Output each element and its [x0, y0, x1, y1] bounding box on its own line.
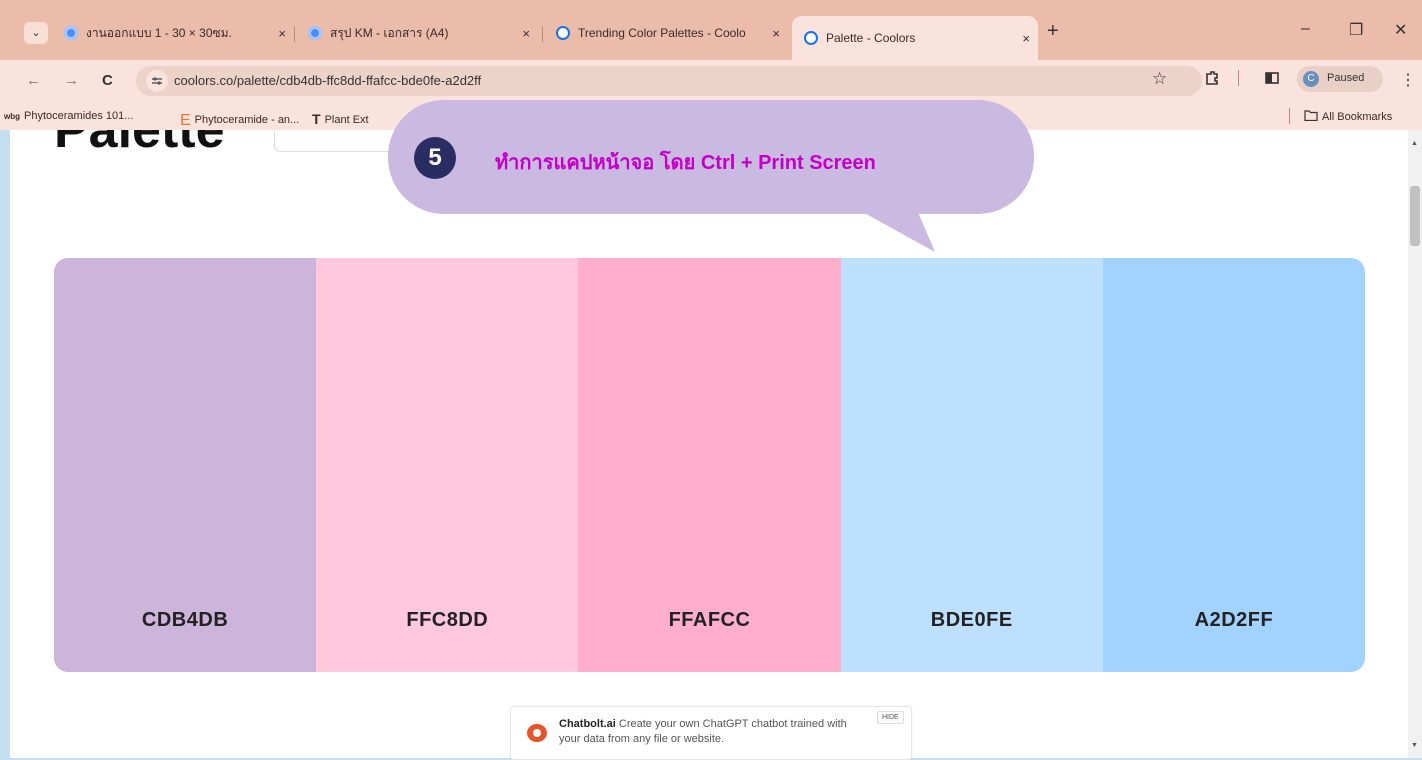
reload-button[interactable]: C — [102, 72, 113, 89]
bookmark-star-icon[interactable]: ☆ — [1152, 69, 1167, 89]
bookmark-item[interactable]: wbg Phytoceramides 101... — [4, 110, 133, 122]
scroll-up-arrow-icon[interactable]: ▲ — [1411, 140, 1418, 147]
profile-chip[interactable]: C Paused — [1297, 66, 1383, 92]
instruction-text: ทำการแคปหน้าจอ โดย Ctrl + Print Screen — [495, 152, 876, 174]
tab-divider — [294, 26, 295, 42]
ad-text: Chatbolt.ai Create your own ChatGPT chat… — [559, 717, 859, 747]
tab-title: งานออกแบบ 1 - 30 × 30ซม. — [86, 25, 232, 40]
all-bookmarks-label: All Bookmarks — [1322, 111, 1393, 123]
forward-button[interactable]: → — [64, 72, 79, 89]
wbg-icon: wbg — [4, 112, 20, 121]
new-tab-button[interactable]: + — [1047, 20, 1059, 43]
bookmark-divider — [1289, 108, 1290, 124]
tab-palette-active[interactable]: Palette - Coolors × — [792, 16, 1038, 60]
tab-title: Trending Color Palettes - Coolo — [578, 26, 746, 40]
ad-brand: Chatbolt.ai — [559, 718, 616, 730]
profile-status: Paused — [1327, 72, 1365, 84]
color-swatch[interactable]: BDE0FE — [840, 258, 1103, 672]
canva-icon — [308, 26, 322, 40]
extensions-icon[interactable] — [1204, 70, 1220, 91]
ad-hide-button[interactable]: HIDE — [877, 711, 904, 724]
color-code[interactable]: FFC8DD — [316, 609, 578, 632]
elementor-icon: E — [180, 112, 191, 129]
color-swatch[interactable]: FFAFCC — [578, 258, 841, 672]
tab-design[interactable]: งานออกแบบ 1 - 30 × 30ซม. × — [64, 20, 294, 46]
chatbolt-logo-icon — [527, 724, 547, 742]
bookmark-item[interactable]: T Plant Ext — [312, 110, 369, 127]
bookmark-item[interactable]: E Phytoceramide - an... — [180, 110, 300, 129]
tab-trending-palettes[interactable]: Trending Color Palettes - Coolo × — [556, 20, 788, 46]
ad-banner[interactable]: Chatbolt.ai Create your own ChatGPT chat… — [510, 706, 912, 760]
bookmark-label: Phytoceramide - an... — [194, 114, 300, 126]
scroll-down-arrow-icon[interactable]: ▼ — [1411, 742, 1418, 749]
color-code[interactable]: BDE0FE — [841, 609, 1103, 632]
color-swatch[interactable]: FFC8DD — [316, 258, 579, 672]
tab-title: Palette - Coolors — [826, 31, 916, 45]
tab-title: สรุป KM - เอกสาร (A4) — [330, 25, 449, 40]
tab-close-icon[interactable]: × — [522, 26, 530, 41]
minimize-button[interactable]: – — [1301, 20, 1310, 38]
site-info-icon[interactable] — [146, 70, 168, 92]
color-code[interactable]: A2D2FF — [1103, 609, 1365, 632]
toolbar-divider — [1238, 70, 1239, 86]
back-button[interactable]: ← — [26, 72, 41, 89]
bookmark-label: Phytoceramides 101... — [24, 110, 134, 122]
close-window-button[interactable]: ✕ — [1394, 20, 1407, 40]
folder-icon — [1304, 110, 1318, 123]
tab-close-icon[interactable]: × — [1022, 31, 1030, 46]
url-text[interactable]: coolors.co/palette/cdb4db-ffc8dd-ffafcc-… — [174, 73, 481, 88]
tab-km-summary[interactable]: สรุป KM - เอกสาร (A4) × — [308, 20, 538, 46]
canva-icon — [64, 26, 78, 40]
tab-close-icon[interactable]: × — [772, 26, 780, 41]
color-code[interactable]: CDB4DB — [54, 609, 316, 632]
t-icon: T — [312, 111, 321, 127]
tab-divider — [542, 26, 543, 42]
tab-close-icon[interactable]: × — [278, 26, 286, 41]
avatar: C — [1303, 71, 1319, 87]
browser-menu-icon[interactable]: ⋮ — [1400, 70, 1416, 90]
step-number-badge: 5 — [414, 137, 456, 179]
scrollbar[interactable]: ▲ ▼ — [1408, 130, 1422, 758]
color-swatch[interactable]: A2D2FF — [1102, 258, 1365, 672]
scroll-thumb[interactable] — [1410, 186, 1420, 246]
side-panel-icon[interactable] — [1264, 70, 1280, 91]
color-code[interactable]: FFAFCC — [578, 609, 840, 632]
coolors-icon — [556, 26, 570, 40]
page-title: Palette — [54, 130, 225, 159]
color-palette: CDB4DB FFC8DD FFAFCC BDE0FE A2D2FF — [54, 258, 1365, 672]
tab-search-button[interactable]: ⌄ — [24, 22, 48, 44]
color-swatch[interactable]: CDB4DB — [54, 258, 317, 672]
all-bookmarks[interactable]: All Bookmarks — [1304, 110, 1392, 123]
coolors-icon — [804, 31, 818, 45]
bookmark-label: Plant Ext — [324, 114, 369, 126]
restore-button[interactable]: ❐ — [1349, 20, 1363, 40]
